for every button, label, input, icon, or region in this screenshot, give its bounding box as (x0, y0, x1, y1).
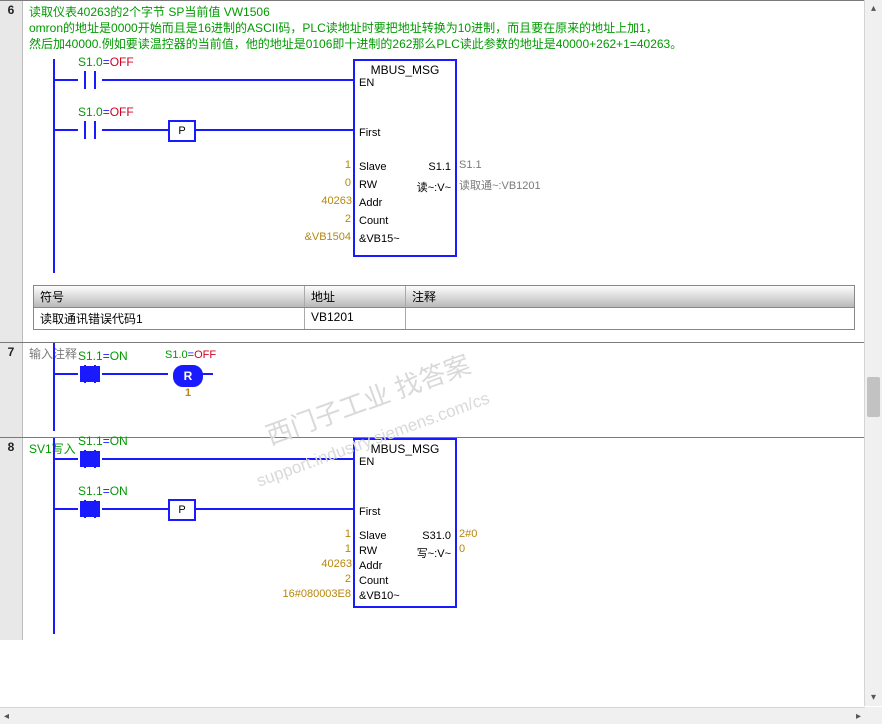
pin-first: First (359, 127, 380, 139)
power-rail (53, 343, 55, 431)
in-count: 2 (339, 213, 351, 225)
network-number: 6 (0, 1, 23, 342)
ladder-diagram: S1.0=OFF S1.0=OFF P MBUS_MSG (23, 59, 865, 279)
wire (53, 373, 78, 375)
scroll-track[interactable] (865, 17, 882, 689)
edge-p-box[interactable]: P (168, 120, 196, 142)
pin-addr: Addr (359, 197, 382, 209)
plc-editor-viewport: 西门子工业 找答案 support.industry.siemens.com/c… (0, 0, 882, 724)
in-addr: 40263 (312, 558, 352, 570)
cell-addr: VB1201 (305, 308, 406, 329)
scroll-right-icon[interactable]: ▸ (856, 711, 861, 722)
network-comment[interactable]: 读取仪表40263的2个字节 SP当前值 VW1506 omron的地址是000… (23, 1, 865, 55)
horizontal-scrollbar[interactable]: ◂ ▸ (0, 707, 865, 724)
wire (53, 508, 78, 510)
scroll-corner (865, 707, 882, 724)
in-rw: 1 (339, 543, 351, 555)
pin-count: Count (359, 215, 388, 227)
ladder-diagram: S1.1=ON S1.1=ON P MBUS_MSG EN (23, 464, 865, 632)
pin-slave-val: S1.1 (428, 161, 451, 173)
wire (194, 508, 353, 510)
wire (53, 129, 78, 131)
hdr-symbol: 符号 (34, 286, 305, 307)
table-row[interactable]: 读取通讯错误代码1 VB1201 (34, 308, 854, 329)
mbus-msg-block[interactable]: MBUS_MSG EN First Slave S31.0 RW 写~:V~ A… (353, 438, 457, 608)
wire (102, 79, 353, 81)
network-body: SV1写入 S1.1=ON S1.1=ON P (23, 438, 865, 640)
hdr-comment: 注释 (406, 286, 854, 307)
pin-en: EN (359, 77, 374, 89)
network-number: 7 (0, 343, 23, 437)
scroll-left-icon[interactable]: ◂ (4, 711, 9, 722)
pin-first: First (359, 506, 380, 518)
pin-addr: Addr (359, 560, 382, 572)
out-rw: 读取通~:VB1201 (459, 177, 541, 193)
in-slave: 1 (339, 159, 351, 171)
pin-en: EN (359, 456, 374, 468)
cell-comment (406, 308, 854, 329)
contact-s1-0a[interactable]: S1.0=OFF (78, 71, 102, 91)
in-slave: 1 (339, 528, 351, 540)
pin-rw-val: 写~:V~ (417, 545, 451, 561)
network-6[interactable]: 6 读取仪表40263的2个字节 SP当前值 VW1506 omron的地址是0… (0, 0, 865, 342)
network-body: 输入注释 S1.1=ON S1.0=OFF R 1 (23, 343, 865, 437)
network-number: 8 (0, 438, 23, 640)
pin-slave: Slave (359, 161, 387, 173)
symbol-table[interactable]: 符号 地址 注释 读取通讯错误代码1 VB1201 (33, 285, 855, 330)
wire (102, 129, 168, 131)
out-slave: S1.1 (459, 159, 482, 171)
network-8[interactable]: 8 SV1写入 S1.1=ON S1.1=ON (0, 437, 865, 640)
contact-s1-1b[interactable]: S1.1=ON (78, 500, 102, 520)
pin-vb: &VB15~ (359, 233, 400, 245)
pin-rw-val: 读~:V~ (417, 179, 451, 195)
in-count: 2 (339, 573, 351, 585)
coil-sub: 1 (175, 387, 201, 399)
pin-rw: RW (359, 179, 377, 191)
ladder-diagram: S1.1=ON S1.0=OFF R 1 (23, 369, 865, 429)
wire (102, 458, 353, 460)
network-7[interactable]: 7 输入注释 S1.1=ON S1.0=OFF R 1 (0, 342, 865, 437)
cell-symbol: 读取通讯错误代码1 (34, 308, 305, 329)
pin-vb: &VB10~ (359, 590, 400, 602)
vertical-scrollbar[interactable]: ▴ ▾ (864, 0, 882, 706)
content-area: 西门子工业 找答案 support.industry.siemens.com/c… (0, 0, 865, 706)
scroll-up-icon[interactable]: ▴ (865, 0, 882, 17)
network-body: 读取仪表40263的2个字节 SP当前值 VW1506 omron的地址是000… (23, 1, 865, 342)
pin-rw: RW (359, 545, 377, 557)
wire (194, 129, 353, 131)
in-vb: 16#080003E8 (271, 588, 351, 600)
wire (199, 373, 213, 375)
in-addr: 40263 (312, 195, 352, 207)
reset-coil[interactable]: R 1 (173, 365, 203, 387)
scroll-thumb[interactable] (867, 377, 880, 417)
power-rail (53, 438, 55, 634)
contact-s1-0b[interactable]: S1.0=OFF (78, 121, 102, 141)
symbol-table-header: 符号 地址 注释 (34, 286, 854, 308)
mbus-msg-block[interactable]: MBUS_MSG EN First Slave S1.1 RW 读~:V~ Ad… (353, 59, 457, 257)
wire (102, 508, 168, 510)
power-rail (53, 59, 55, 273)
out-rw: 0 (459, 543, 465, 555)
pin-slave: Slave (359, 530, 387, 542)
edge-p-box[interactable]: P (168, 499, 196, 521)
out-slave: 2#0 (459, 528, 477, 540)
pin-slave-val: S31.0 (422, 530, 451, 542)
network-comment[interactable]: 输入注释 (23, 343, 865, 365)
in-rw: 0 (339, 177, 351, 189)
in-vb: &VB1504 (299, 231, 351, 243)
wire (102, 373, 168, 375)
scroll-down-icon[interactable]: ▾ (865, 689, 882, 706)
contact-s1-1[interactable]: S1.1=ON (78, 365, 102, 385)
wire (53, 458, 78, 460)
pin-count: Count (359, 575, 388, 587)
contact-s1-1a[interactable]: S1.1=ON (78, 450, 102, 470)
wire (53, 79, 78, 81)
hdr-addr: 地址 (305, 286, 406, 307)
